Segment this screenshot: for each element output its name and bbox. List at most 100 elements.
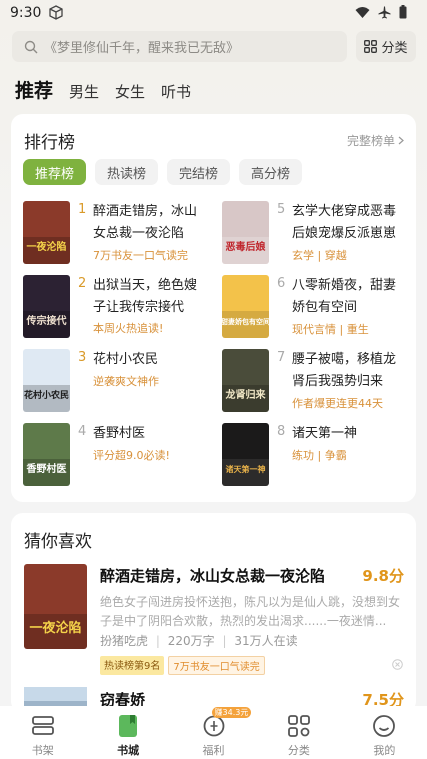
search-input[interactable]: 《梦里修仙千年，醒来我已无敌》	[12, 31, 347, 62]
rank-book-tag: 本周火热追读!	[93, 322, 164, 335]
bookshelf-icon	[31, 716, 54, 735]
rank-number: 3	[78, 350, 87, 365]
tab-audiobook[interactable]: 听书	[161, 81, 191, 102]
ranking-item[interactable]: 传宗接代 2 出狱当天，绝色嫂子让我传宗接代 本周火热追读!	[23, 275, 213, 339]
rank-book-tag: 作者爆更连更44天	[292, 397, 383, 410]
svg-text:一夜沦陷: 一夜沦陷	[29, 620, 81, 636]
book-score: 9.8分	[362, 567, 404, 585]
rank-number: 7	[277, 350, 286, 365]
rank-number: 1	[78, 202, 87, 217]
nav-category[interactable]: 分类	[256, 706, 341, 759]
svg-text:甜妻娇包有空间: 甜妻娇包有空间	[222, 317, 269, 326]
welfare-badge: 赚34.3元	[211, 707, 252, 718]
book-readers: 31万人在读	[234, 634, 298, 648]
full-ranking-label: 完整榜单	[346, 134, 395, 148]
book-cover: 龙肾归来	[222, 349, 269, 412]
rank-book-name: 腰子被噶，移植龙肾后我强势归来	[292, 352, 397, 389]
book-cover: 恶毒后娘	[222, 201, 269, 264]
rank-book-name: 花村小农民	[93, 352, 159, 367]
rank-book-name: 出狱当天，绝色嫂子让我传宗接代	[93, 278, 198, 315]
wifi-icon	[355, 6, 370, 18]
rank-book-tag: 评分超9.0必读!	[93, 449, 170, 462]
ranking-item[interactable]: 诸天第一神 8 诸天第一神 练功 | 争霸	[222, 423, 412, 487]
tab-recommend[interactable]: 推荐	[15, 76, 53, 103]
rank-book-tag: 7万书友一口气读完	[93, 249, 188, 262]
rank-book-name: 醉酒走错房，冰山女总裁一夜沦陷	[93, 204, 198, 241]
status-bar: 9:30	[0, 0, 427, 28]
rank-book-name: 诸天第一神	[292, 426, 358, 441]
svg-text:一夜沦陷: 一夜沦陷	[27, 240, 67, 253]
bottom-nav: 书架 书城 赚34.3元 福利 分类 我的	[0, 706, 427, 759]
book-cover: 传宗接代	[23, 275, 70, 338]
status-icons	[355, 5, 407, 19]
book-cover: 香野村医	[23, 423, 70, 486]
airplane-icon	[378, 6, 391, 18]
tab-male[interactable]: 男生	[69, 81, 99, 102]
nav-profile[interactable]: 我的	[342, 706, 427, 759]
rank-book-tag: 玄学 | 穿越	[292, 249, 347, 262]
tab-recommend-rank[interactable]: 推荐榜	[23, 159, 87, 185]
book-cover: 花村小农民	[23, 349, 70, 412]
guess-title: 猜你喜欢	[24, 532, 92, 552]
svg-text:香野村医: 香野村医	[27, 462, 67, 475]
rank-book-name: 八零新婚夜，甜妻娇包有空间	[292, 278, 397, 315]
nav-label: 书架	[31, 744, 54, 757]
chevron-right-icon	[398, 136, 404, 145]
rank-number: 6	[277, 276, 286, 291]
top-tabs: 推荐 男生 女生 听书	[15, 76, 207, 103]
ranking-card: 排行榜 完整榜单 推荐榜 热读榜 完结榜 高分榜 一夜沦陷 1 醉酒走错房，冰山…	[11, 114, 416, 502]
grid-icon	[364, 40, 378, 53]
recommended-book-name[interactable]: 醉酒走错房，冰山女总裁一夜沦陷	[100, 565, 325, 586]
rank-book-tag: 现代言情 | 重生	[292, 323, 369, 336]
dismiss-icon[interactable]	[392, 659, 403, 670]
search-icon	[24, 40, 38, 53]
ranking-item[interactable]: 一夜沦陷 1 醉酒走错房，冰山女总裁一夜沦陷 7万书友一口气读完	[23, 201, 213, 265]
rank-number: 8	[277, 424, 286, 439]
category-label: 分类	[381, 41, 408, 56]
rank-number: 2	[78, 276, 87, 291]
book-cover: 一夜沦陷	[23, 201, 70, 264]
nav-label: 福利	[202, 744, 225, 757]
nav-label: 分类	[287, 744, 310, 757]
nav-bookshelf[interactable]: 书架	[0, 706, 85, 759]
book-cover: 甜妻娇包有空间	[222, 275, 269, 338]
svg-text:花村小农民: 花村小农民	[24, 389, 69, 401]
profile-icon	[373, 715, 396, 737]
ranking-item[interactable]: 甜妻娇包有空间 6 八零新婚夜，甜妻娇包有空间 现代言情 | 重生	[222, 275, 412, 339]
ranking-item[interactable]: 花村小农民 3 花村小农民 逆袭爽文神作	[23, 349, 213, 413]
ranking-item[interactable]: 龙肾归来 7 腰子被噶，移植龙肾后我强势归来 作者爆更连更44天	[222, 349, 412, 413]
tab-finished-rank[interactable]: 完结榜	[167, 159, 231, 185]
nav-label: 我的	[373, 744, 396, 757]
svg-text:传宗接代: 传宗接代	[26, 314, 67, 327]
bookstore-icon	[119, 715, 138, 737]
category-button[interactable]: 分类	[356, 31, 416, 62]
svg-text:恶毒后娘: 恶毒后娘	[226, 240, 266, 253]
ranking-item[interactable]: 恶毒后娘 5 玄学大佬穿成恶毒后娘宠爆反派崽崽 玄学 | 穿越	[222, 201, 412, 265]
package-icon	[49, 5, 63, 20]
rank-number: 5	[277, 202, 286, 217]
book-cover[interactable]: 一夜沦陷	[24, 564, 87, 649]
svg-text:龙肾归来: 龙肾归来	[225, 388, 267, 401]
nav-welfare[interactable]: 赚34.3元 福利	[171, 706, 256, 759]
status-time: 9:30	[10, 5, 42, 21]
book-cover: 诸天第一神	[222, 423, 269, 486]
ranking-item[interactable]: 香野村医 4 香野村医 评分超9.0必读!	[23, 423, 213, 487]
full-ranking-link[interactable]: 完整榜单	[347, 132, 404, 149]
nav-label: 书城	[117, 744, 140, 757]
tab-high-score-rank[interactable]: 高分榜	[239, 159, 303, 185]
tab-hot-rank[interactable]: 热读榜	[95, 159, 159, 185]
book-meta: 扮猪吃虎 | 220万字 | 31万人在读	[100, 634, 298, 648]
rank-book-tag: 逆袭爽文神作	[93, 375, 159, 388]
rank-book-tag: 练功 | 争霸	[292, 449, 347, 462]
nav-bookstore[interactable]: 书城	[85, 706, 170, 759]
readers-badge: 7万书友一口气读完	[168, 656, 265, 675]
book-author: 扮猪吃虎	[100, 634, 149, 648]
category-icon	[288, 715, 310, 737]
ranking-title: 排行榜	[24, 133, 75, 153]
rank-book-name: 玄学大佬穿成恶毒后娘宠爆反派崽崽	[292, 204, 397, 241]
tab-female[interactable]: 女生	[115, 81, 145, 102]
hot-rank-badge: 热读榜第9名	[100, 656, 165, 675]
book-description: 绝色女子闯进房投怀送抱，陈凡以为是仙人跳，没想到女子是中了阴阳合欢散，热烈的发出…	[100, 595, 401, 628]
guess-you-like-card: 猜你喜欢 一夜沦陷 醉酒走错房，冰山女总裁一夜沦陷 9.8分 绝色女子闯进房投怀…	[11, 513, 416, 713]
book-word-count: 220万字	[167, 634, 215, 648]
